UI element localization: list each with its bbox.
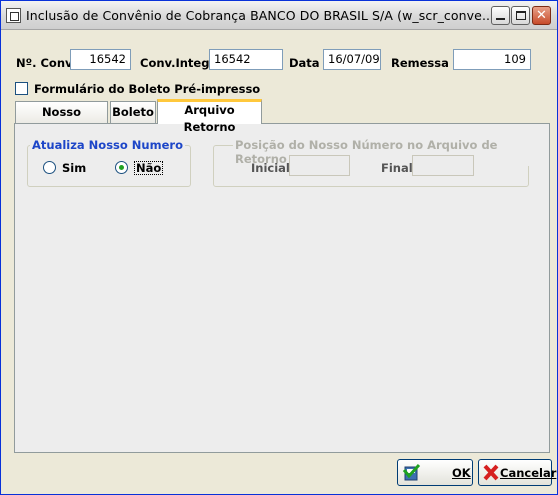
- radio-sim[interactable]: [43, 161, 56, 174]
- ok-button[interactable]: OK: [397, 459, 473, 486]
- maximize-button[interactable]: [511, 6, 530, 25]
- conv-integ-label: Conv.Integ.:: [140, 56, 219, 70]
- remessa-input[interactable]: 109: [453, 49, 531, 70]
- ok-label: OK: [452, 466, 471, 480]
- conv-input[interactable]: 16542: [70, 49, 131, 70]
- check-icon: [402, 463, 421, 481]
- window-title: Inclusão de Convênio de Cobrança BANCO D…: [26, 8, 495, 23]
- maximize-icon: [516, 11, 526, 20]
- preimpresso-checkbox[interactable]: [15, 82, 28, 95]
- inicial-label: Inicial:: [251, 161, 295, 175]
- inicial-input[interactable]: [289, 155, 350, 176]
- tab-arquivo-retorno[interactable]: Arquivo Retorno: [157, 99, 262, 134]
- app-window-icon: [6, 8, 21, 23]
- radio-nao-label: Não: [134, 161, 164, 175]
- minimize-button[interactable]: [491, 6, 510, 25]
- final-input[interactable]: [412, 155, 474, 176]
- dialog-window: Inclusão de Convênio de Cobrança BANCO D…: [0, 0, 558, 495]
- remessa-label: Remessa :: [391, 56, 458, 70]
- tab-boleto[interactable]: Boleto: [110, 101, 156, 123]
- radio-nao[interactable]: [115, 161, 128, 174]
- tab-panel: Atualiza Nosso Numero Sim Não Posição do…: [14, 123, 550, 453]
- radio-sim-label: Sim: [62, 161, 87, 175]
- title-bar[interactable]: Inclusão de Convênio de Cobrança BANCO D…: [1, 1, 557, 30]
- minimize-icon: [496, 18, 505, 20]
- cancel-label: Cancelar: [500, 466, 557, 480]
- data-input[interactable]: 16/07/09: [323, 49, 381, 70]
- conv-integ-input[interactable]: 16542: [209, 49, 283, 70]
- tab-nosso-numero[interactable]: Nosso Número: [15, 101, 108, 139]
- cancel-button[interactable]: Cancelar: [478, 459, 556, 486]
- close-button[interactable]: ✕: [532, 6, 551, 25]
- close-icon: ✕: [536, 8, 547, 23]
- atualiza-group-title: Atualiza Nosso Numero: [30, 138, 185, 152]
- preimpresso-label: Formulário do Boleto Pré-impresso: [34, 82, 261, 96]
- cancel-x-icon: [483, 464, 499, 481]
